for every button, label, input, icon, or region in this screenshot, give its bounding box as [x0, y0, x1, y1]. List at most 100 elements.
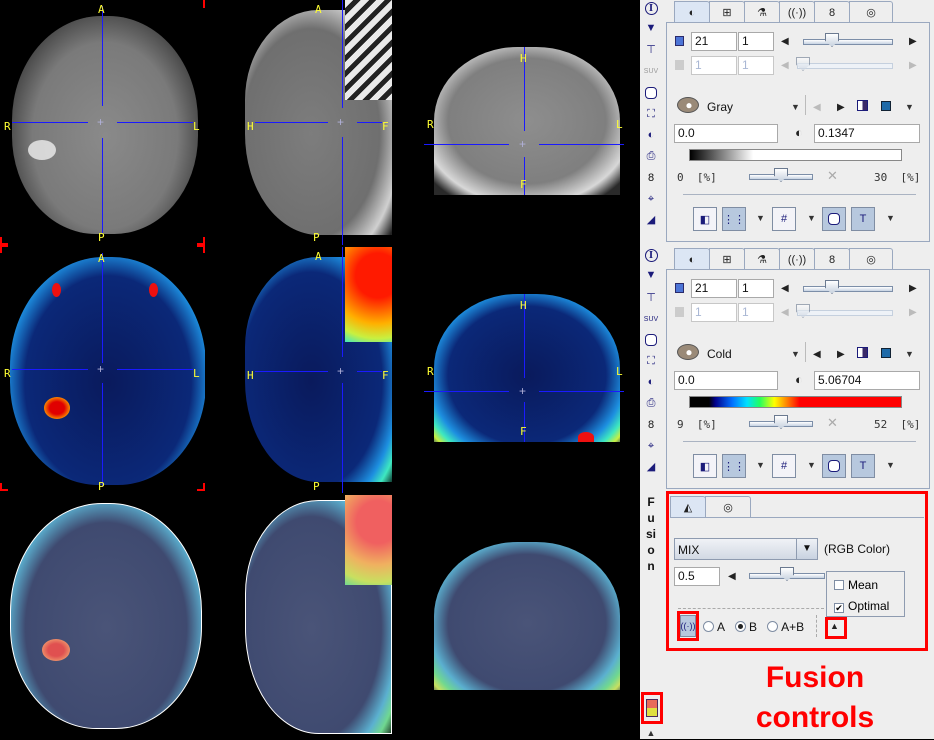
colormap-prev-arrow[interactable]: ◀ — [813, 349, 821, 360]
network-icon[interactable]: ⊤ — [644, 42, 658, 56]
mean-checkbox[interactable]: Mean — [834, 578, 878, 592]
cube-icon[interactable] — [881, 348, 891, 358]
colormap-next-arrow[interactable]: ▶ — [837, 102, 845, 113]
frame-prev-arrow[interactable]: ◀ — [781, 283, 789, 294]
mean-checkbox-box[interactable] — [834, 580, 844, 590]
colormap-label[interactable]: Gray — [707, 100, 733, 114]
mask-button[interactable]: ⋮⋮ — [722, 454, 746, 478]
radio-a-plus-b-button[interactable] — [767, 621, 779, 632]
print-icon[interactable]: ⎙ — [644, 396, 658, 410]
tab-fusion[interactable]: ((·)) — [779, 248, 815, 270]
info-icon[interactable]: I — [644, 248, 658, 262]
mr-axial-viewport[interactable]: + A P R L — [0, 0, 205, 245]
dropdown-icon[interactable]: ▼ — [644, 21, 658, 35]
fused-sagittal-viewport[interactable] — [245, 495, 392, 739]
frame-next-arrow[interactable]: ▶ — [909, 283, 917, 294]
fused-axial-viewport[interactable] — [0, 493, 205, 739]
colorbar-cold[interactable] — [689, 396, 902, 408]
print-icon[interactable]: ⎙ — [644, 149, 658, 163]
frame-input[interactable]: 21 — [691, 32, 737, 51]
tab-fusion-camera[interactable]: ◎ — [705, 496, 751, 518]
max-value-input[interactable]: 0.1347 — [814, 124, 920, 143]
thermometer-icon[interactable]: 8 — [644, 171, 658, 185]
fusion-source-icon[interactable]: ((·)) — [680, 615, 696, 637]
threshold-button[interactable]: ◧ — [693, 454, 717, 478]
tab-contrast[interactable]: ◐ — [674, 248, 710, 270]
reset-icon[interactable]: ✕ — [827, 168, 838, 184]
frame-input[interactable]: 21 — [691, 279, 737, 298]
options-dropdown-arrow[interactable]: ▼ — [905, 102, 914, 112]
colormap-label[interactable]: Cold — [707, 347, 732, 361]
mask-button[interactable]: ⋮⋮ — [722, 207, 746, 231]
mask-dropdown-arrow[interactable]: ▼ — [756, 460, 765, 470]
grid-button[interactable]: # — [772, 207, 796, 231]
radio-a-plus-b[interactable]: A+B — [767, 620, 804, 634]
frame-step-input[interactable]: 1 — [738, 279, 774, 298]
mr-sagittal-viewport[interactable]: + A P H F — [245, 0, 392, 245]
reset-icon[interactable]: ✕ — [827, 415, 838, 431]
auto-scale-icon[interactable]: ◐ — [795, 372, 803, 387]
fit-icon[interactable]: ⛶ — [644, 107, 658, 121]
radio-a-button[interactable] — [703, 621, 714, 632]
pet-coronal-viewport[interactable]: + H F R L — [422, 294, 628, 442]
chart-icon[interactable]: ◢ — [644, 212, 658, 226]
chart-icon[interactable]: ◢ — [644, 459, 658, 473]
auto-scale-icon[interactable]: ◐ — [795, 125, 803, 140]
tab-thermometer[interactable]: 8 — [814, 248, 850, 270]
roi-icon[interactable] — [644, 333, 658, 347]
grid-dropdown-arrow[interactable]: ▼ — [807, 460, 816, 470]
dropdown-icon[interactable]: ▼ — [644, 268, 658, 282]
options-toggle-icon[interactable]: ▲ — [830, 621, 839, 631]
suv-icon[interactable]: SUV — [644, 312, 658, 326]
threshold-button[interactable]: ◧ — [693, 207, 717, 231]
contrast-icon[interactable]: ◐ — [644, 375, 658, 389]
optimal-checkbox[interactable]: ✔ Optimal — [834, 599, 889, 613]
roi-button[interactable] — [822, 207, 846, 231]
palette-icon[interactable] — [677, 344, 699, 360]
frame-step-input[interactable]: 1 — [738, 32, 774, 51]
radio-a[interactable]: A — [703, 620, 725, 634]
fusion-toggle-icon[interactable] — [646, 699, 658, 717]
mr-coronal-viewport[interactable]: + H F R L — [422, 47, 628, 195]
grid-button[interactable]: # — [772, 454, 796, 478]
radio-b[interactable]: B — [735, 620, 757, 634]
suv-icon[interactable]: SUV — [644, 64, 658, 78]
radio-b-button[interactable] — [735, 621, 747, 632]
tab-layout[interactable]: ⊞ — [709, 1, 745, 23]
min-value-input[interactable]: 0.0 — [674, 371, 778, 390]
contrast-icon[interactable]: ◐ — [644, 128, 658, 142]
cube-icon[interactable] — [881, 101, 891, 111]
pet-sagittal-viewport[interactable]: + A P H F — [245, 247, 392, 493]
invert-icon[interactable] — [857, 100, 868, 111]
colormap-dropdown-arrow[interactable]: ▼ — [791, 349, 800, 359]
overlay-dropdown-arrow[interactable]: ▼ — [886, 213, 895, 223]
grid-dropdown-arrow[interactable]: ▼ — [807, 213, 816, 223]
overlay-dropdown-arrow[interactable]: ▼ — [886, 460, 895, 470]
roi-button[interactable] — [822, 454, 846, 478]
palette-icon[interactable] — [677, 97, 699, 113]
fusion-mode-select[interactable]: MIX ▼ — [674, 538, 818, 560]
tab-camera[interactable]: ◎ — [849, 1, 893, 23]
collapse-icon[interactable]: ▲ — [644, 726, 658, 740]
frame-slider[interactable] — [803, 39, 893, 45]
tab-fusion[interactable]: ((·)) — [779, 1, 815, 23]
optimal-checkbox-box[interactable]: ✔ — [834, 603, 844, 613]
frame-prev-arrow[interactable]: ◀ — [781, 36, 789, 47]
colorbar-gray[interactable] — [689, 149, 902, 161]
tab-tools[interactable]: ⚗ — [744, 1, 780, 23]
invert-icon[interactable] — [857, 347, 868, 358]
colormap-next-arrow[interactable]: ▶ — [837, 349, 845, 360]
frame-next-arrow[interactable]: ▶ — [909, 36, 917, 47]
info-icon[interactable]: I — [644, 1, 658, 15]
fused-coronal-viewport[interactable] — [422, 542, 628, 690]
frame-slider[interactable] — [803, 286, 893, 292]
text-overlay-button[interactable]: T — [851, 454, 875, 478]
mask-dropdown-arrow[interactable]: ▼ — [756, 213, 765, 223]
network-icon[interactable]: ⊤ — [644, 290, 658, 304]
mix-prev-arrow[interactable]: ◀ — [728, 571, 736, 582]
crosshair-icon[interactable]: ⌖ — [644, 192, 658, 206]
thermometer-icon[interactable]: 8 — [644, 418, 658, 432]
options-dropdown-arrow[interactable]: ▼ — [905, 349, 914, 359]
tab-layout[interactable]: ⊞ — [709, 248, 745, 270]
tab-thermometer[interactable]: 8 — [814, 1, 850, 23]
